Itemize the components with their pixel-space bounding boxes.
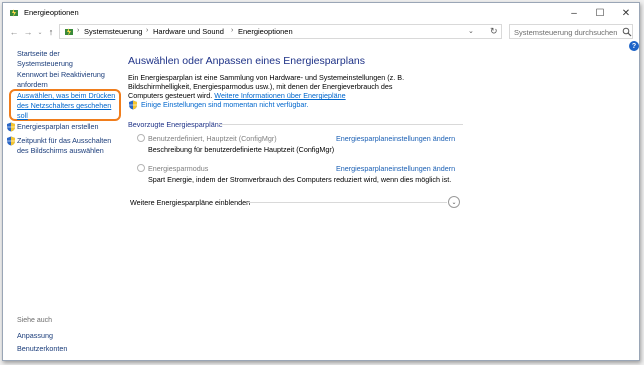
- plan-description-custom: Beschreibung für benutzerdefinierte Haup…: [148, 145, 335, 154]
- expand-chevron-icon[interactable]: ⌄: [448, 196, 460, 208]
- shield-icon: [129, 100, 137, 110]
- back-button[interactable]: ←: [8, 25, 20, 39]
- sidebar-item-create-power-plan[interactable]: Energiesparplan erstellen: [17, 122, 117, 132]
- plan-radio-energy-saver[interactable]: [137, 164, 145, 172]
- plan-name-custom: Benutzerdefiniert, Hauptzeit (ConfigMgr): [148, 134, 277, 143]
- sidebar-item-benutzerkonten[interactable]: Benutzerkonten: [17, 344, 117, 354]
- breadcrumb-systemsteuerung[interactable]: Systemsteuerung: [84, 27, 142, 36]
- sidebar-item-power-button-action[interactable]: Auswählen, was beim Drücken des Netzscha…: [17, 91, 117, 121]
- plan-settings-link-energy-saver[interactable]: Energiesparplaneinstellungen ändern: [336, 164, 455, 173]
- maximize-button[interactable]: ☐: [587, 3, 613, 23]
- window-title: Energieoptionen: [24, 8, 79, 17]
- sidebar-item-display-off-time[interactable]: Zeitpunkt für das Ausschalten des Bildsc…: [17, 136, 117, 156]
- see-also-heading: Siehe auch: [17, 317, 53, 324]
- refresh-button[interactable]: ↻: [490, 26, 498, 37]
- up-button[interactable]: ↑: [45, 25, 57, 39]
- navigation-bar: ← → ⌄ ↑ › Systemsteuerung › Hardware und…: [3, 23, 639, 41]
- page-title: Auswählen oder Anpassen eines Energiespa…: [128, 55, 365, 67]
- close-button[interactable]: ✕: [613, 3, 639, 23]
- unavailable-settings-link[interactable]: Einige Einstellungen sind momentan nicht…: [141, 100, 308, 109]
- address-dropdown-button[interactable]: ⌄: [468, 27, 474, 35]
- breadcrumb-separator: ›: [77, 27, 80, 34]
- power-options-icon: [10, 9, 18, 17]
- sidebar: Startseite der Systemsteuerung Kennwort …: [3, 41, 121, 361]
- group-divider: [218, 124, 463, 125]
- more-plans-divider: [247, 202, 447, 203]
- main-content: Auswählen oder Anpassen eines Energiespa…: [123, 41, 633, 361]
- plan-name-energy-saver: Energiesparmodus: [148, 164, 209, 173]
- plan-settings-link-custom[interactable]: Energiesparplaneinstellungen ändern: [336, 134, 455, 143]
- minimize-button[interactable]: –: [561, 3, 587, 23]
- preferred-plans-heading: Bevorzugte Energiesparpläne: [128, 120, 223, 129]
- breadcrumb-separator: ›: [146, 27, 149, 34]
- sidebar-item-password-on-wakeup[interactable]: Kennwort bei Reaktivierung anfordern: [17, 70, 117, 90]
- search-box[interactable]: [509, 24, 633, 39]
- energy-options-window: Energieoptionen – ☐ ✕ ← → ⌄ ↑ › Systemst…: [2, 2, 640, 361]
- control-panel-icon: [65, 28, 73, 36]
- search-input[interactable]: [514, 27, 618, 37]
- breadcrumb-separator: ›: [231, 27, 234, 34]
- sidebar-item-anpassung[interactable]: Anpassung: [17, 331, 117, 341]
- intro-text: Ein Energiesparplan ist eine Sammlung vo…: [128, 73, 418, 100]
- more-info-link[interactable]: Weitere Informationen über Energiepläne: [214, 91, 345, 100]
- show-more-plans-label[interactable]: Weitere Energiesparpläne einblenden: [130, 198, 250, 207]
- address-bar[interactable]: › Systemsteuerung › Hardware und Sound ›…: [59, 24, 502, 39]
- breadcrumb-hardware-und-sound[interactable]: Hardware und Sound: [153, 27, 224, 36]
- plan-description-energy-saver: Spart Energie, indem der Stromverbrauch …: [148, 175, 452, 184]
- shield-icon: [7, 122, 15, 132]
- breadcrumb-energieoptionen[interactable]: Energieoptionen: [238, 27, 293, 36]
- shield-icon: [7, 136, 15, 146]
- sidebar-item-home[interactable]: Startseite der Systemsteuerung: [17, 49, 117, 69]
- title-bar: Energieoptionen – ☐ ✕: [3, 3, 639, 23]
- search-icon[interactable]: [622, 27, 632, 37]
- plan-radio-custom[interactable]: [137, 134, 145, 142]
- forward-button[interactable]: →: [22, 25, 34, 39]
